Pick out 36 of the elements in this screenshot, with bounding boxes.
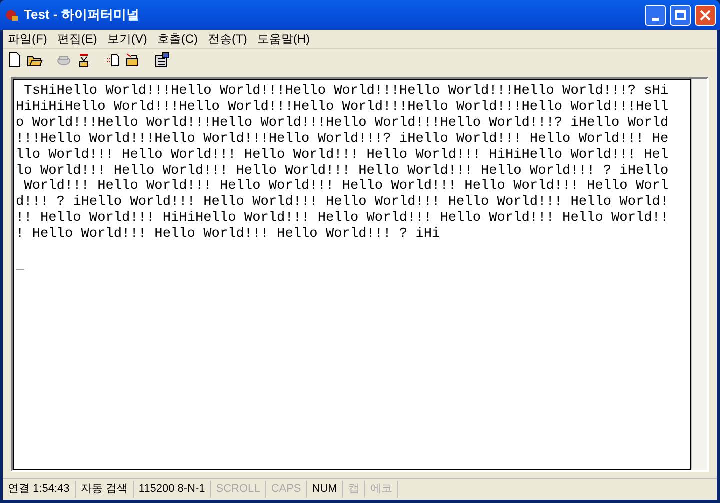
window-title: Test - 하이퍼터미널 xyxy=(24,6,140,24)
scrollbar[interactable] xyxy=(691,79,707,470)
status-field: 115200 8-N-1 xyxy=(134,481,212,498)
terminal-line: o World!!!Hello World!!!Hello World!!!Hello World!!!Hello World!!!? iHello World xyxy=(16,116,669,132)
menu-item[interactable]: 호출(C) xyxy=(152,30,203,48)
properties-icon[interactable] xyxy=(154,52,170,68)
send-page-icon[interactable] xyxy=(105,52,121,68)
terminal-line: ! Hello World!!! Hello World!!! Hello World!!! ? iHi xyxy=(16,227,440,244)
terminal-line: HiHiHiHello World!!!Hello World!!!Hello World!!!Hello World!!!Hello World!!!Hell xyxy=(16,100,669,116)
terminal-line: !!!Hello World!!!Hello World!!!Hello World!!!? iHello World!!! Hello World!!! He xyxy=(16,132,669,148)
menu-item[interactable]: 도움말(H) xyxy=(252,30,315,48)
menu-item[interactable]: 파일(F) xyxy=(3,30,52,48)
blank-page-icon[interactable] xyxy=(7,52,23,68)
terminal-cursor: _ xyxy=(16,258,24,275)
status-field: SCROLL xyxy=(211,481,266,498)
status-field: 연결 1:54:43 xyxy=(3,481,76,498)
app-icon xyxy=(4,7,20,23)
status-field: CAPS xyxy=(266,481,308,498)
close-button[interactable] xyxy=(695,4,716,26)
terminal-line: !! Hello World!!! HiHiHello World!!! Hello World!!! Hello World!!! Hello World!! xyxy=(16,211,669,227)
status-field: 에코 xyxy=(365,481,398,498)
receive-folder-icon[interactable] xyxy=(125,52,141,68)
status-field: 캡 xyxy=(343,481,366,498)
terminal-line: World!!! Hello World!!! Hello World!!! Hello World!!! Hello World!!! Hello Worl xyxy=(23,179,669,195)
status-field: 자동 검색 xyxy=(76,481,134,498)
menu-item[interactable]: 보기(V) xyxy=(102,30,152,48)
status-field: NUM xyxy=(307,481,344,498)
menu-item[interactable]: 전송(T) xyxy=(203,30,252,48)
minimize-button[interactable] xyxy=(645,4,666,26)
maximize-button[interactable] xyxy=(670,4,691,26)
terminal-line: TsHiHello World!!!Hello World!!!Hello World!!!Hello World!!!Hello World!!!? sHi xyxy=(23,84,669,100)
close-icon xyxy=(700,10,711,20)
menu-item[interactable]: 편집(E) xyxy=(52,30,102,48)
terminal-line: lo World!!! Hello World!!! Hello World!!! Hello World!!! Hello World!!! ? iHello xyxy=(16,164,669,179)
terminal-line: d!!! ? iHello World!!! Hello World!!! Hello World!!! Hello World!!! Hello World! xyxy=(16,195,669,211)
terminal-line: llo World!!! Hello World!!! Hello World!!! Hello World!!! HiHiHello World!!! Hel xyxy=(16,148,669,164)
